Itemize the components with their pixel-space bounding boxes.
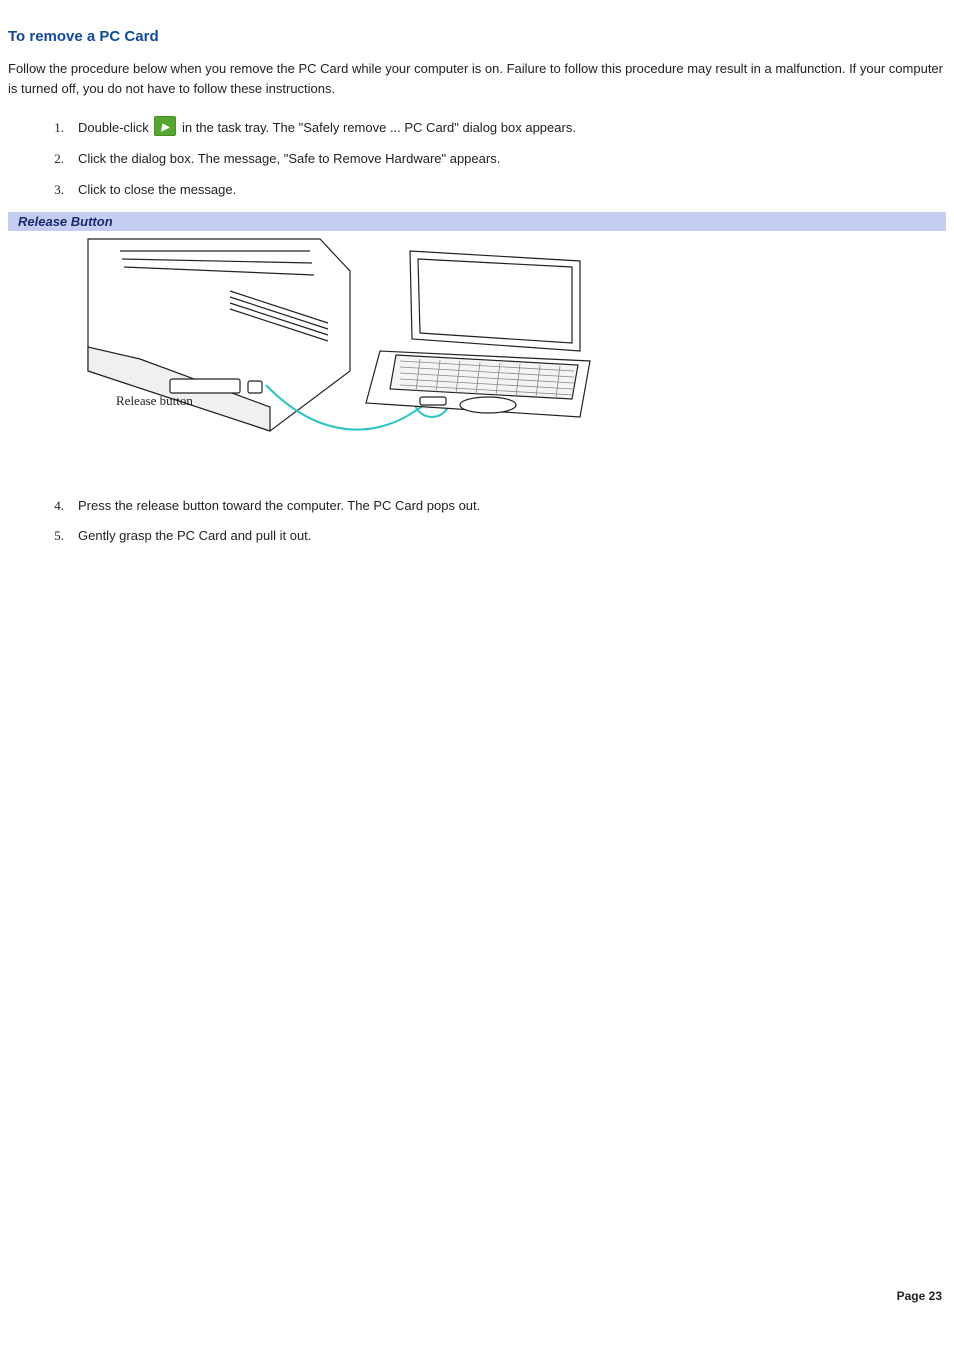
step-5: 5. Gently grasp the PC Card and pull it … <box>8 527 946 546</box>
document-page: To remove a PC Card Follow the procedure… <box>0 0 954 1351</box>
step-text: Double-click in the task tray. The "Safe… <box>78 116 946 138</box>
safely-remove-hardware-icon <box>154 116 176 136</box>
figure-label-text: Release button <box>116 393 193 408</box>
intro-paragraph: Follow the procedure below when you remo… <box>8 59 946 98</box>
step-1: 1. Double-click in the task tray. The "S… <box>8 116 946 138</box>
step-text-after: in the task tray. The "Safely remove ...… <box>182 120 576 135</box>
figure-title-bar: Release Button <box>8 212 946 231</box>
step-text: Click to close the message. <box>78 181 946 200</box>
step-number: 1. <box>8 120 78 136</box>
step-number: 3. <box>8 182 78 198</box>
steps-list-1: 1. Double-click in the task tray. The "S… <box>8 116 946 200</box>
release-button-figure: Release button <box>80 231 632 461</box>
step-2: 2. Click the dialog box. The message, "S… <box>8 150 946 169</box>
step-text-before: Double-click <box>78 120 152 135</box>
step-4: 4. Press the release button toward the c… <box>8 497 946 516</box>
step-number: 5. <box>8 528 78 544</box>
steps-list-2: 4. Press the release button toward the c… <box>8 497 946 547</box>
step-3: 3. Click to close the message. <box>8 181 946 200</box>
step-text: Gently grasp the PC Card and pull it out… <box>78 527 946 546</box>
step-number: 4. <box>8 498 78 514</box>
step-text: Click the dialog box. The message, "Safe… <box>78 150 946 169</box>
laptop-illustration: Release button <box>80 231 632 461</box>
step-number: 2. <box>8 151 78 167</box>
section-heading: To remove a PC Card <box>8 28 946 45</box>
page-number: Page 23 <box>897 1289 942 1303</box>
step-text: Press the release button toward the comp… <box>78 497 946 516</box>
